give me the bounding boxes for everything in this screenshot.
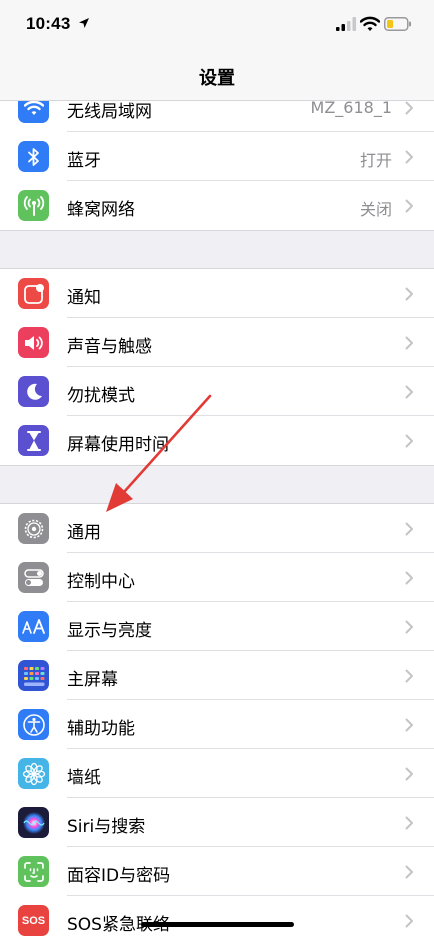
sos-icon: SOS	[18, 905, 49, 936]
settings-group-connectivity: 无线局域网 MZ_618_1 蓝牙 打开 蜂窝网络 关闭	[0, 101, 434, 231]
settings-row-value: 打开	[359, 151, 392, 170]
flower-icon	[18, 758, 49, 789]
battery-icon	[384, 17, 411, 31]
page-title: 设置	[199, 68, 235, 89]
settings-row-label: Siri与搜索	[67, 817, 146, 837]
settings-row-siri-search[interactable]: Siri与搜索	[0, 798, 434, 847]
toggle-switches-icon	[18, 562, 49, 593]
settings-row-label: 显示与亮度	[67, 621, 152, 641]
wifi-icon	[18, 101, 49, 123]
settings-row-do-not-disturb[interactable]: 勿扰模式	[0, 367, 434, 416]
settings-group-general: 通用 控制中心 显示与亮度 主屏幕 辅助功能 墙纸 Siri与搜索 面容ID与密…	[0, 503, 434, 938]
app-grid-icon	[18, 660, 49, 691]
settings-row-label: 勿扰模式	[67, 386, 135, 406]
gear-icon	[18, 513, 49, 544]
settings-row-display-brightness[interactable]: 显示与亮度	[0, 602, 434, 651]
hourglass-icon	[18, 425, 49, 456]
settings-row-face-id[interactable]: 面容ID与密码	[0, 847, 434, 896]
accessibility-icon	[18, 709, 49, 740]
settings-row-label: 通知	[67, 288, 101, 308]
settings-row-label: 蓝牙	[67, 151, 101, 171]
chevron-right-icon	[405, 336, 413, 350]
antenna-icon	[18, 190, 49, 221]
settings-row-label: 主屏幕	[67, 670, 118, 690]
settings-row-screen-time[interactable]: 屏幕使用时间	[0, 416, 434, 465]
face-id-icon	[18, 856, 49, 887]
home-indicator[interactable]	[141, 922, 294, 927]
settings-row-value: MZ_618_1	[310, 101, 392, 117]
settings-row-sounds[interactable]: 声音与触感	[0, 318, 434, 367]
settings-row-value: 关闭	[359, 200, 392, 219]
settings-row-general[interactable]: 通用	[0, 504, 434, 553]
chevron-right-icon	[405, 199, 413, 213]
sos-icon-text: SOS	[21, 914, 46, 927]
speaker-icon	[18, 327, 49, 358]
cellular-signal-icon	[336, 17, 356, 31]
settings-row-home-screen[interactable]: 主屏幕	[0, 651, 434, 700]
settings-row-wallpaper[interactable]: 墙纸	[0, 749, 434, 798]
settings-group-notifications: 通知 声音与触感 勿扰模式 屏幕使用时间	[0, 268, 434, 466]
settings-list[interactable]: 无线局域网 MZ_618_1 蓝牙 打开 蜂窝网络 关闭 通知 声音与触感 勿扰…	[0, 101, 434, 938]
chevron-right-icon	[405, 865, 413, 879]
chevron-right-icon	[405, 620, 413, 634]
settings-row-label: 墙纸	[67, 768, 101, 788]
chevron-right-icon	[405, 385, 413, 399]
text-size-icon	[18, 611, 49, 642]
chevron-right-icon	[405, 434, 413, 448]
settings-row-label: 控制中心	[67, 572, 135, 592]
settings-row-label: 通用	[67, 523, 101, 543]
settings-row-emergency-sos[interactable]: SOS SOS紧急联络	[0, 896, 434, 938]
settings-row-bluetooth[interactable]: 蓝牙 打开	[0, 132, 434, 181]
settings-row-control-center[interactable]: 控制中心	[0, 553, 434, 602]
settings-row-label: 无线局域网	[67, 102, 152, 122]
settings-row-label: 屏幕使用时间	[67, 435, 169, 455]
chevron-right-icon	[405, 287, 413, 301]
chevron-right-icon	[405, 914, 413, 928]
settings-row-label: 辅助功能	[67, 719, 135, 739]
settings-row-label: 声音与触感	[67, 337, 152, 357]
siri-icon	[18, 807, 49, 838]
chevron-right-icon	[405, 571, 413, 585]
settings-row-wifi[interactable]: 无线局域网 MZ_618_1	[0, 101, 434, 132]
chevron-right-icon	[405, 669, 413, 683]
status-bar: 10:43	[0, 0, 434, 52]
navigation-bar: 设置	[0, 52, 434, 101]
settings-row-label: 面容ID与密码	[67, 866, 171, 886]
chevron-right-icon	[405, 150, 413, 164]
location-arrow-icon	[79, 18, 89, 28]
chevron-right-icon	[405, 101, 413, 115]
chevron-right-icon	[405, 522, 413, 536]
wifi-status-icon	[360, 16, 380, 31]
status-time: 10:43	[26, 14, 71, 33]
chevron-right-icon	[405, 767, 413, 781]
settings-row-cellular[interactable]: 蜂窝网络 关闭	[0, 181, 434, 230]
bluetooth-icon	[18, 141, 49, 172]
chevron-right-icon	[405, 816, 413, 830]
moon-icon	[18, 376, 49, 407]
settings-row-notifications[interactable]: 通知	[0, 269, 434, 318]
settings-row-label: 蜂窝网络	[67, 200, 135, 220]
chevron-right-icon	[405, 718, 413, 732]
notification-icon	[18, 278, 49, 309]
settings-row-accessibility[interactable]: 辅助功能	[0, 700, 434, 749]
